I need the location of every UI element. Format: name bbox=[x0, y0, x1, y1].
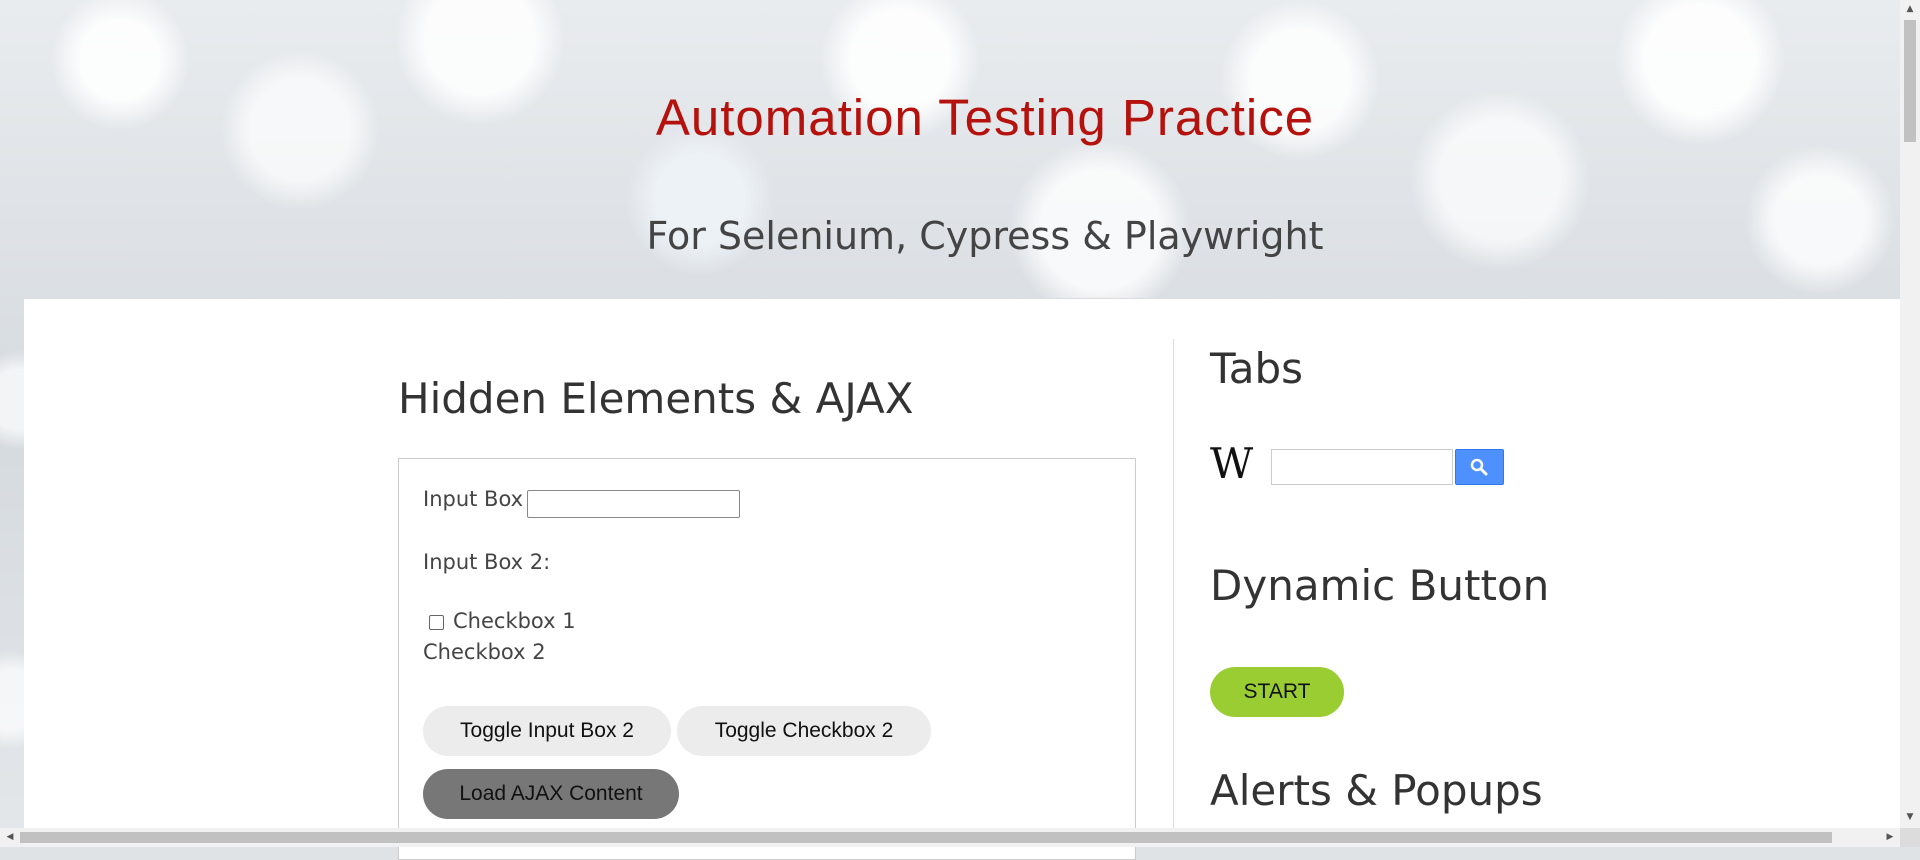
site-header: Automation Testing Practice For Selenium… bbox=[0, 0, 1900, 298]
wikipedia-logo: W bbox=[1210, 439, 1253, 488]
load-ajax-content-button[interactable]: Load AJAX Content bbox=[423, 769, 679, 819]
scroll-left-arrow-icon[interactable]: ◀ bbox=[0, 832, 20, 842]
wikipedia-search-button[interactable] bbox=[1455, 449, 1504, 485]
column-divider bbox=[1173, 339, 1174, 839]
hidden-elements-panel: Input Box 1: Input Box 2: Checkbox 1 Che… bbox=[398, 458, 1136, 860]
toggle-input-box-2-button[interactable]: Toggle Input Box 2 bbox=[423, 706, 671, 756]
vertical-scrollbar[interactable]: ▲ ▼ bbox=[1900, 0, 1920, 828]
vertical-scroll-thumb[interactable] bbox=[1904, 20, 1916, 142]
scroll-right-arrow-icon[interactable]: ▶ bbox=[1880, 832, 1900, 842]
scrollbar-corner bbox=[1900, 828, 1920, 847]
tabs-title: Tabs bbox=[1210, 344, 1303, 393]
alerts-popups-title: Alerts & Popups bbox=[1210, 766, 1543, 815]
main-content: Hidden Elements & AJAX Input Box 1: Inpu… bbox=[24, 298, 1900, 860]
wikipedia-search-input[interactable] bbox=[1271, 449, 1453, 485]
checkbox-1[interactable] bbox=[429, 615, 444, 630]
scroll-up-arrow-icon[interactable]: ▲ bbox=[1900, 4, 1920, 14]
scroll-down-arrow-icon[interactable]: ▼ bbox=[1900, 812, 1920, 822]
site-subtitle: For Selenium, Cypress & Playwright bbox=[646, 214, 1324, 258]
hidden-elements-title: Hidden Elements & AJAX bbox=[398, 374, 914, 423]
horizontal-scroll-thumb[interactable] bbox=[20, 832, 1832, 843]
checkbox-1-label[interactable]: Checkbox 1 bbox=[453, 609, 576, 633]
search-icon bbox=[1470, 458, 1488, 476]
input-box-1[interactable] bbox=[527, 490, 740, 518]
toggle-checkbox-2-button[interactable]: Toggle Checkbox 2 bbox=[677, 706, 931, 756]
start-button[interactable]: START bbox=[1210, 667, 1344, 717]
site-title: Automation Testing Practice bbox=[655, 89, 1315, 146]
input-box-2-label: Input Box 2: bbox=[423, 550, 551, 574]
checkbox-2-label: Checkbox 2 bbox=[423, 640, 546, 664]
dynamic-button-title: Dynamic Button bbox=[1210, 561, 1550, 610]
horizontal-scrollbar[interactable]: ◀ ▶ bbox=[0, 828, 1900, 847]
